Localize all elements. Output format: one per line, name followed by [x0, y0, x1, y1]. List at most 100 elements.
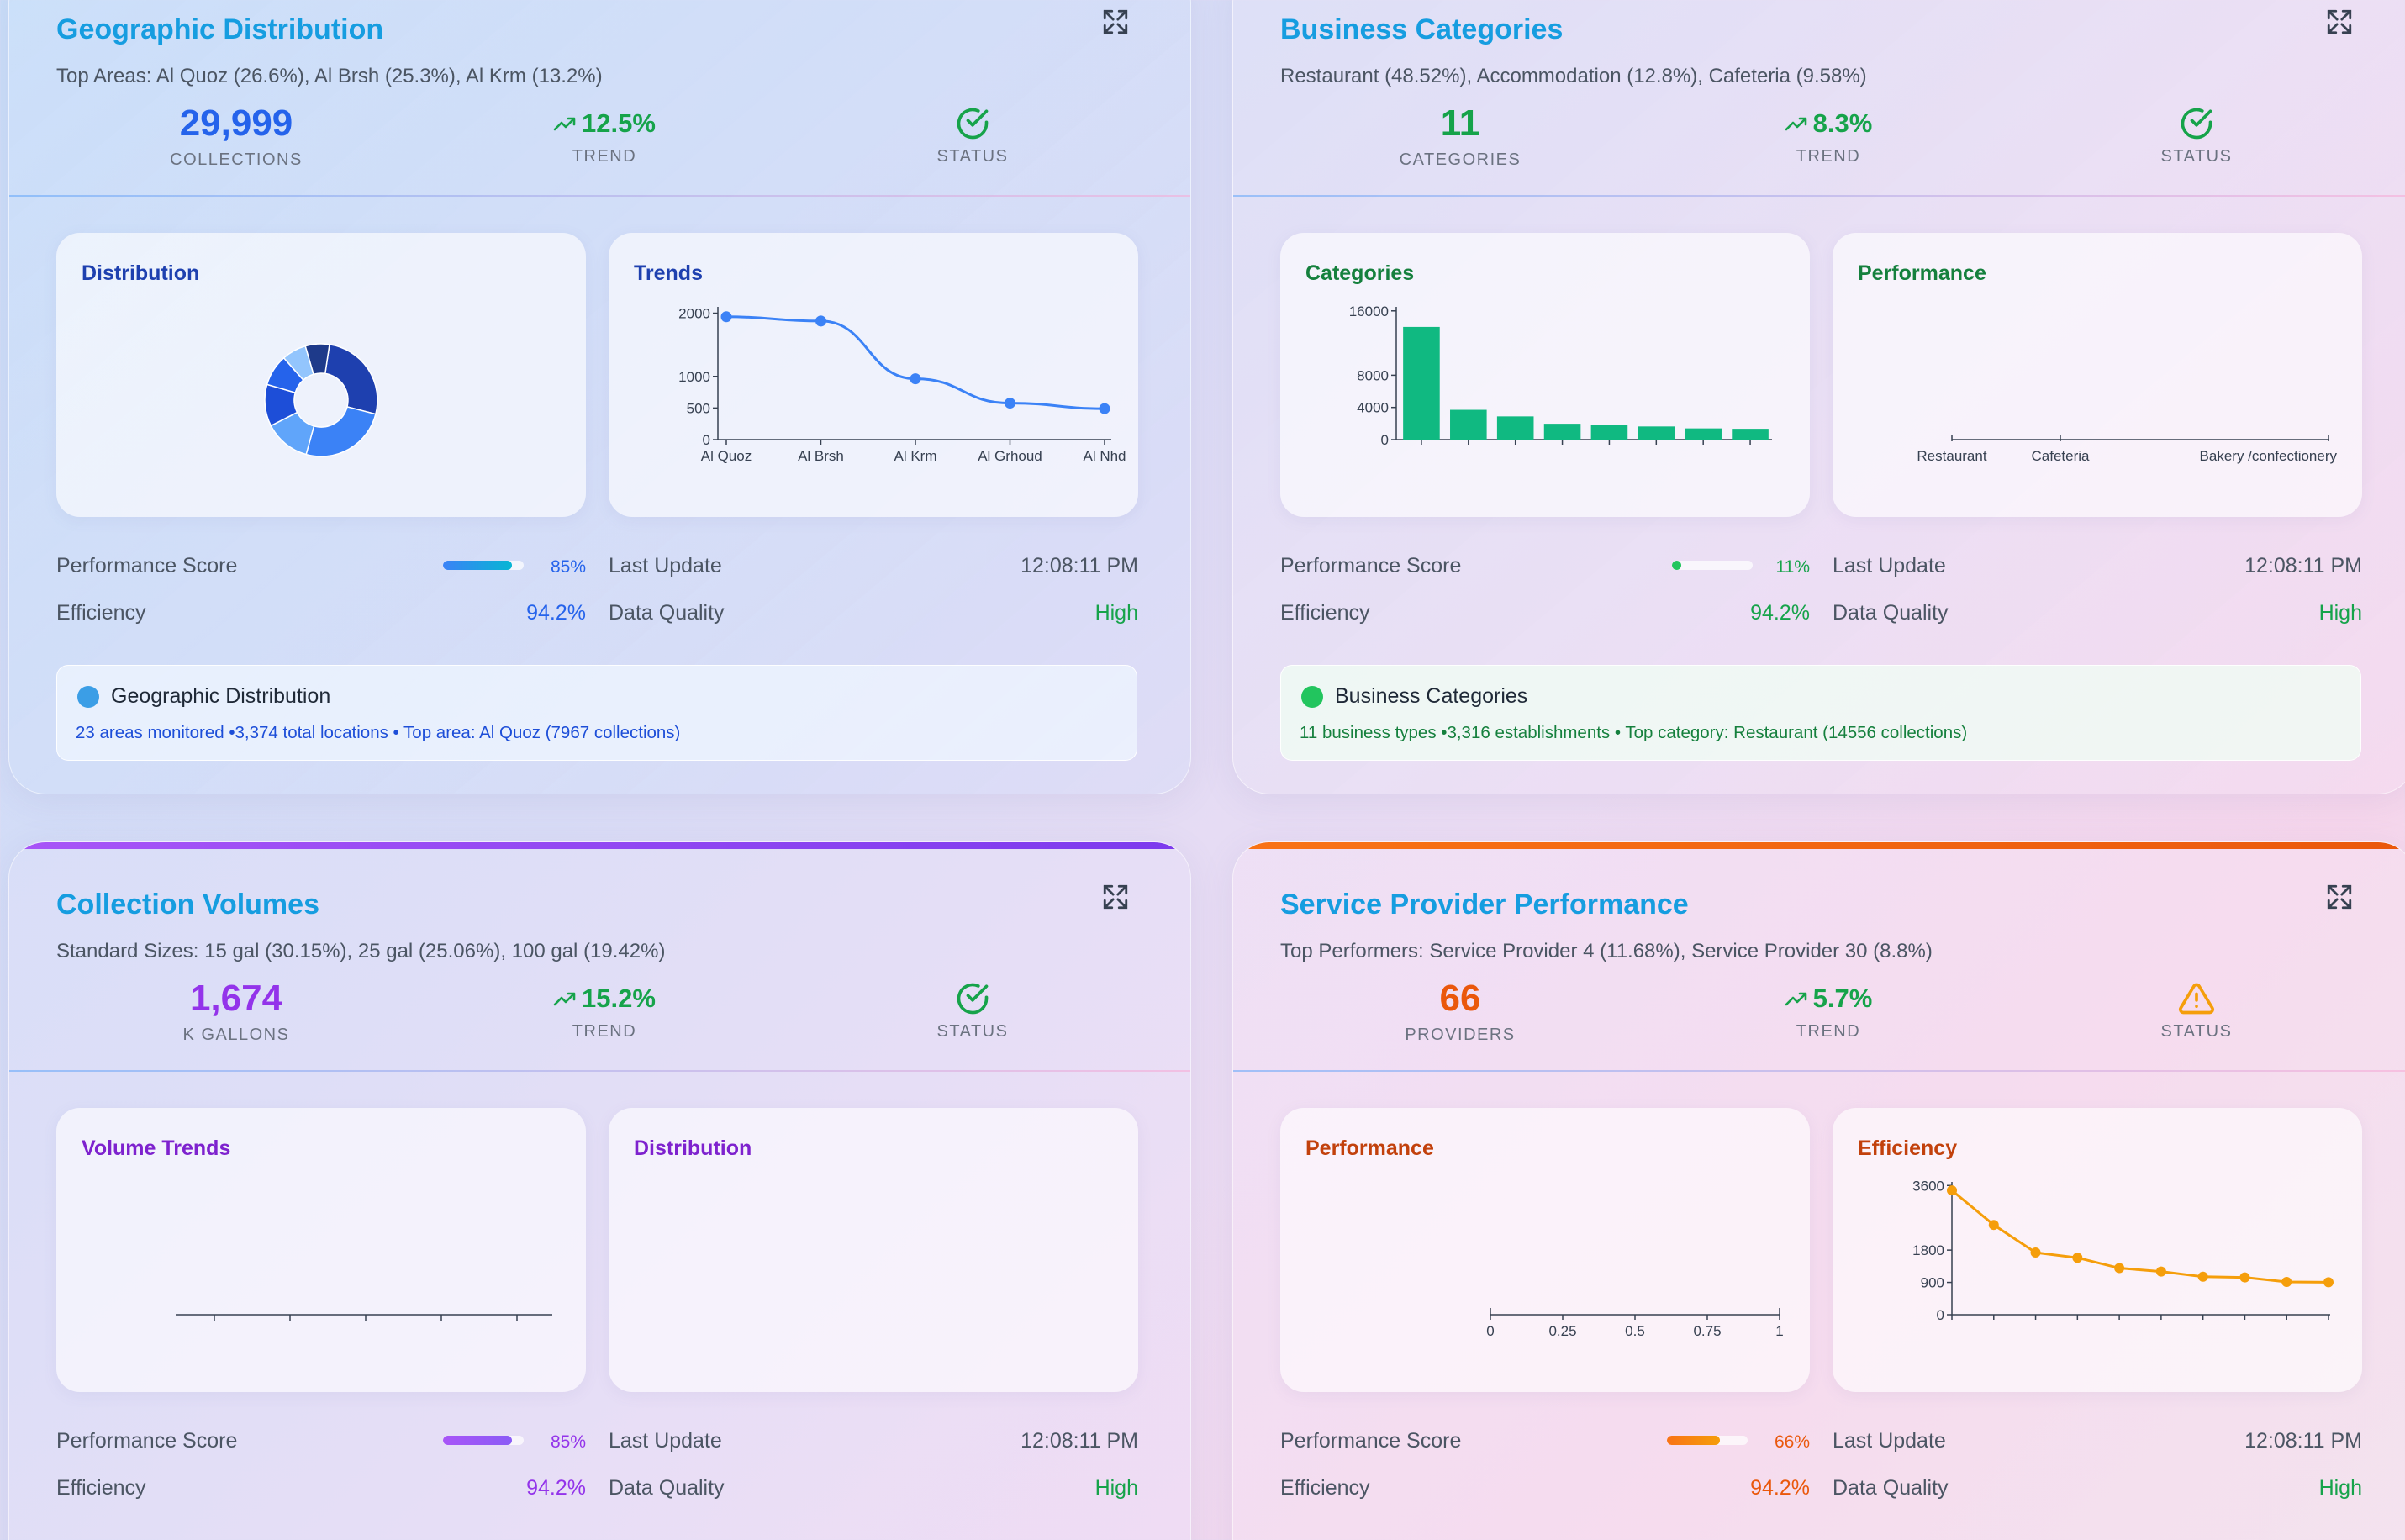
category-bar: [1732, 429, 1769, 440]
status-label: STATUS: [936, 147, 1009, 166]
status-label: STATUS: [2160, 1022, 2233, 1041]
last-update-label: Last Update: [1833, 1429, 1946, 1453]
y-tick-label: 0: [1937, 1307, 1944, 1323]
collection-volumes-card: Collection Volumes Standard Sizes: 15 ga…: [8, 841, 1191, 1540]
kpi-value: 66: [1439, 978, 1481, 1019]
kpi-label: CATEGORIES: [1399, 150, 1522, 169]
data-quality-value: High: [1094, 601, 1138, 625]
check-circle-icon: [957, 108, 989, 140]
donut-slice: [324, 343, 378, 415]
categories-bar-chart: 0 4000 8000 16000: [1349, 303, 1772, 448]
efficiency-point: [2323, 1277, 2334, 1288]
trend-up-icon: [553, 992, 576, 1006]
x-tick-label: Al Brsh: [798, 448, 844, 464]
volume-trends-empty-chart: [176, 1314, 552, 1321]
warning-triangle-icon: [2179, 983, 2214, 1015]
last-update-label: Last Update: [1833, 554, 1946, 578]
data-quality-value: High: [1094, 1476, 1138, 1500]
efficiency-point: [2030, 1247, 2041, 1258]
expand-icon[interactable]: [2325, 883, 2354, 911]
expand-icon[interactable]: [2325, 8, 2354, 36]
trend-point: [720, 311, 732, 323]
kpi-trend: 12.5% TREND: [478, 100, 730, 166]
efficiency-point: [2281, 1276, 2292, 1287]
performance-pct: 85%: [550, 557, 586, 577]
efficiency-point: [2155, 1266, 2166, 1277]
categories-panel: Categories 0 4000 8000 16000: [1280, 233, 1810, 517]
kpi-status: STATUS: [2070, 975, 2323, 1042]
business-categories-card: Business Categories Restaurant (48.52%),…: [1232, 0, 2405, 794]
data-quality-label: Data Quality: [609, 601, 725, 625]
kpi-trend: 8.3% TREND: [1702, 100, 1954, 166]
y-tick-label: 0: [703, 432, 710, 448]
trend-up-icon: [553, 117, 576, 131]
info-description: 11 business types •3,316 establishments …: [1300, 723, 1968, 742]
divider: [9, 195, 1190, 197]
performance-bar: [1667, 1436, 1748, 1445]
x-tick-label: Al Nhd: [1083, 448, 1126, 464]
kpi-label: K GALLONS: [182, 1026, 290, 1044]
performance-bar-fill: [1667, 1436, 1721, 1445]
efficiency-point: [2072, 1253, 2083, 1263]
data-quality-label: Data Quality: [609, 1476, 725, 1500]
performance-bar-fill: [443, 1436, 512, 1445]
y-tick-label: 8000: [1357, 367, 1389, 383]
x-tick-label: Al Quoz: [701, 448, 752, 464]
last-update-value: 12:08:11 PM: [1021, 554, 1138, 578]
efficiency-label: Efficiency: [1280, 601, 1370, 625]
efficiency-series-line: [1951, 1189, 2329, 1284]
divider: [9, 1070, 1190, 1072]
performance-panel: Performance 0 0.25 0.5 0.75 1: [1280, 1108, 1810, 1392]
category-bar: [1496, 416, 1534, 440]
performance-pct: 85%: [550, 1432, 586, 1452]
card-subtitle: Top Performers: Service Provider 4 (11.6…: [1280, 940, 1933, 962]
donut-chart: [264, 343, 378, 457]
kpi-label: COLLECTIONS: [170, 150, 303, 169]
card-subtitle: Standard Sizes: 15 gal (30.15%), 25 gal …: [56, 940, 666, 962]
data-quality-value: High: [2318, 1476, 2362, 1500]
performance-label: Performance Score: [56, 554, 238, 578]
kpi-status: STATUS: [846, 975, 1099, 1042]
performance-bar: [443, 1436, 524, 1445]
trends-line-chart: 0 500 1000 2000 Al Quoz Al Brsh Al Krm Al Grhou…: [678, 306, 1126, 464]
info-description: 23 areas monitored •3,374 total location…: [76, 723, 681, 742]
data-quality-label: Data Quality: [1833, 1476, 1949, 1500]
trend-value: 5.7%: [1812, 984, 1873, 1013]
card-subtitle: Top Areas: Al Quoz (26.6%), Al Brsh (25.…: [56, 65, 603, 87]
expand-icon[interactable]: [1101, 8, 1130, 36]
check-circle-icon: [2181, 108, 2212, 140]
distribution-panel: Distribution: [56, 233, 586, 517]
y-tick-label: 500: [687, 400, 710, 416]
kpi-main: 11 CATEGORIES: [1334, 100, 1586, 170]
status-label: STATUS: [936, 1022, 1009, 1041]
efficiency-point: [1988, 1220, 1999, 1231]
expand-icon[interactable]: [1101, 883, 1130, 911]
info-box: Geographic Distribution 23 areas monitor…: [56, 665, 1137, 761]
kpi-value: 11: [1440, 103, 1480, 144]
category-bar: [1685, 428, 1722, 440]
service-provider-performance-card: Service Provider Performance Top Perform…: [1232, 841, 2405, 1540]
efficiency-panel: Efficiency 0 900 1800 3600: [1833, 1108, 2362, 1392]
performance-label: Performance Score: [56, 1429, 238, 1453]
x-tick-label: Restaurant: [1917, 448, 1986, 464]
performance-pct: 11%: [1775, 557, 1810, 577]
kpi-trend: 5.7% TREND: [1702, 975, 1954, 1042]
efficiency-point: [2197, 1271, 2208, 1282]
y-tick-label: 4000: [1357, 400, 1389, 416]
y-tick-label: 1800: [1912, 1242, 1944, 1258]
trends-panel: Trends 0 500 1000 2000 Al Quoz Al Brsh Al Krm A…: [609, 233, 1138, 517]
performance-empty-chart: 0 0.25 0.5 0.75 1: [1486, 1308, 1784, 1339]
trend-point: [815, 315, 826, 327]
card-title: Service Provider Performance: [1280, 889, 1689, 920]
x-tick-label: 0.25: [1548, 1323, 1576, 1339]
card-title: Business Categories: [1280, 13, 1564, 45]
performance-panel: Performance Restaurant Cafeteria Bakery /c…: [1833, 233, 2362, 517]
kpi-main: 29,999 COLLECTIONS: [110, 100, 362, 170]
y-tick-label: 2000: [678, 306, 710, 322]
kpi-value: 29,999: [179, 103, 293, 144]
trend-point: [1099, 403, 1110, 414]
performance-empty-chart: Restaurant Cafeteria Bakery /confectionery: [1917, 435, 2337, 464]
x-tick-label: 1: [1775, 1323, 1783, 1339]
kpi-label: PROVIDERS: [1405, 1026, 1516, 1044]
card-title: Geographic Distribution: [56, 13, 384, 45]
